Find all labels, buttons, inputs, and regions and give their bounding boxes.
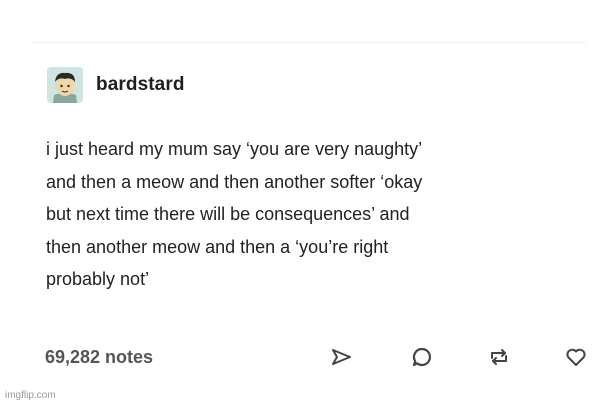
heart-icon[interactable] [564, 345, 588, 369]
avatar[interactable] [47, 67, 83, 103]
post-card: bardstard i just heard my mum say ‘you a… [31, 42, 586, 392]
reblog-icon[interactable] [487, 345, 511, 369]
post-footer: 69,282 notes [45, 343, 588, 373]
username[interactable]: bardstard [96, 74, 185, 96]
watermark: imgflip.com [5, 390, 56, 401]
post-header: bardstard [47, 67, 185, 103]
speech-bubble-icon[interactable] [410, 345, 434, 369]
notes-count[interactable]: 69,282 notes [45, 347, 153, 368]
paper-plane-icon[interactable] [329, 345, 353, 369]
post-text: i just heard my mum say ‘you are very na… [46, 139, 423, 289]
